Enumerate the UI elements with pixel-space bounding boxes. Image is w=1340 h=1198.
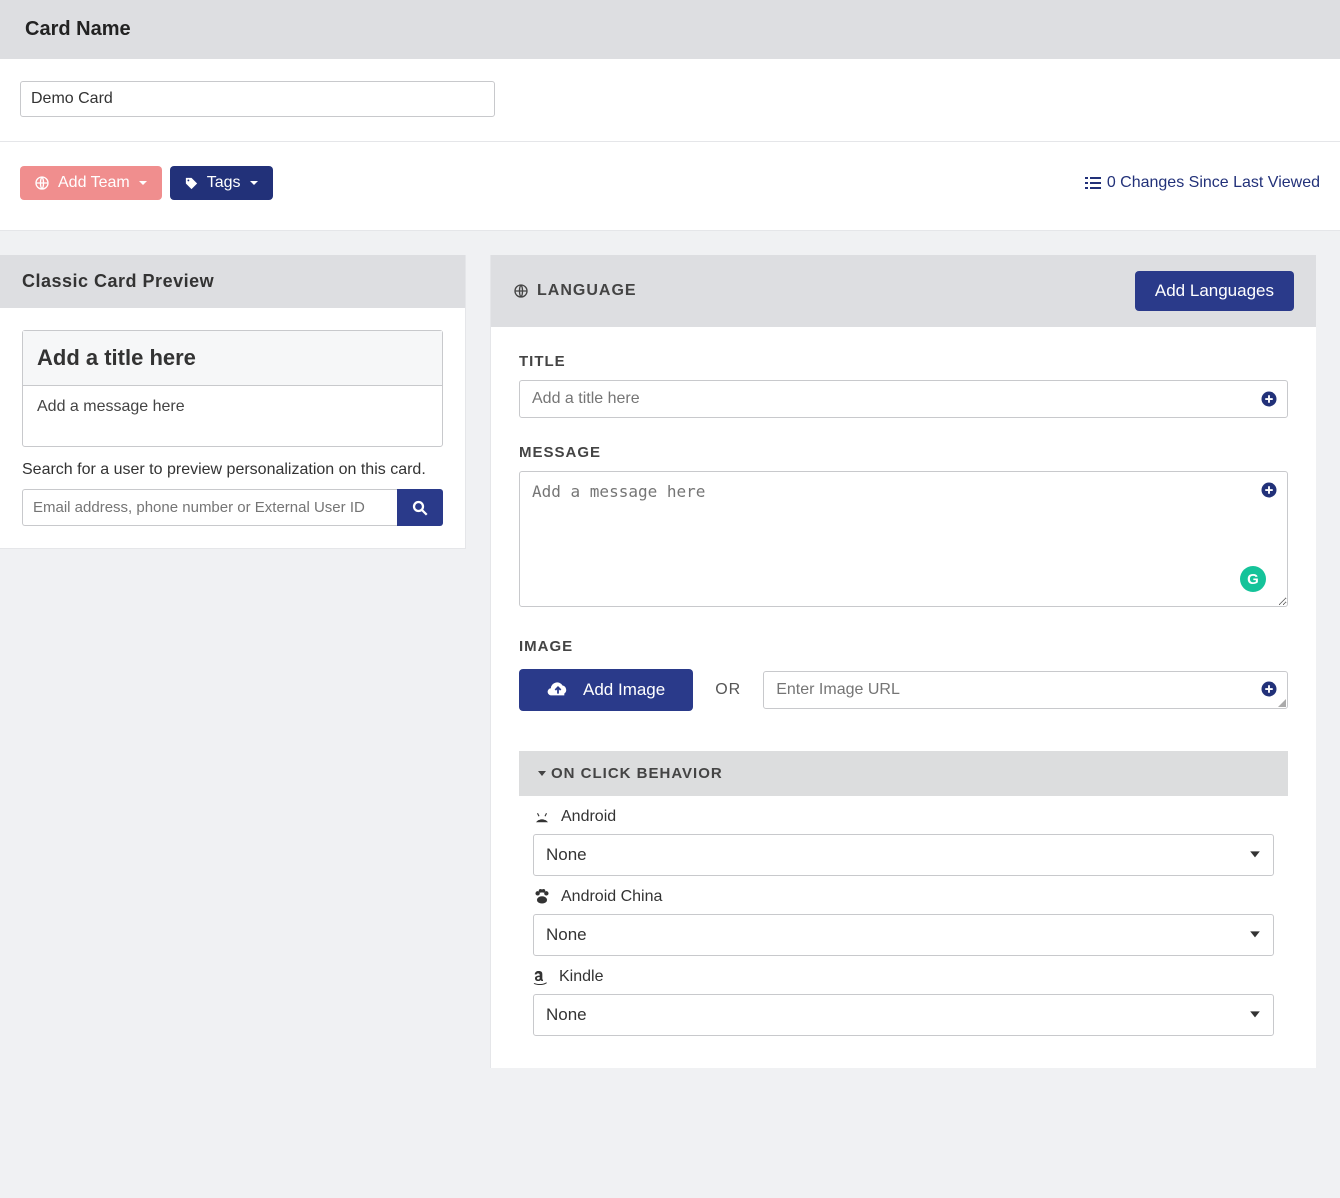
title-field-wrap — [519, 380, 1288, 418]
caret-down-icon — [1249, 929, 1261, 941]
platform-android-label: Android — [533, 808, 1274, 826]
image-label: IMAGE — [519, 638, 1288, 655]
preview-search-input[interactable] — [22, 489, 397, 526]
dropdown-value: None — [546, 925, 587, 945]
platform-android: Android None — [519, 796, 1288, 876]
card-name-header: Card Name — [0, 0, 1340, 59]
add-image-label: Add Image — [583, 680, 665, 700]
globe-icon — [34, 175, 50, 191]
message-textarea[interactable] — [519, 471, 1288, 607]
editor-panel: LANGUAGE Add Languages TITLE MESSAGE G I… — [490, 255, 1316, 1068]
preview-search-wrap — [22, 489, 443, 526]
preview-search-button[interactable] — [397, 489, 443, 526]
android-china-dropdown[interactable]: None — [533, 914, 1274, 956]
title-label: TITLE — [519, 353, 1288, 370]
caret-down-icon — [1249, 849, 1261, 861]
image-url-wrap — [763, 671, 1288, 709]
preview-search-hint: Search for a user to preview personaliza… — [22, 461, 443, 479]
or-label: OR — [715, 681, 741, 699]
platform-name: Android — [561, 808, 616, 826]
editor-body: TITLE MESSAGE G IMAGE Add Image — [491, 327, 1316, 1068]
platform-android-china: Android China None — [519, 876, 1288, 956]
preview-card-title: Add a title here — [23, 331, 442, 386]
changes-link[interactable]: 0 Changes Since Last Viewed — [1085, 174, 1320, 192]
dropdown-value: None — [546, 845, 587, 865]
add-languages-button[interactable]: Add Languages — [1135, 271, 1294, 311]
caret-down-icon — [1249, 1009, 1261, 1021]
preview-panel-header: Classic Card Preview — [0, 255, 465, 308]
onclick-header[interactable]: ON CLICK BEHAVIOR — [519, 751, 1288, 796]
plus-circle-icon — [1260, 680, 1278, 698]
preview-panel-title: Classic Card Preview — [22, 271, 214, 292]
platform-name: Android China — [561, 888, 662, 906]
cloud-upload-icon — [547, 681, 569, 699]
platform-kindle-label: Kindle — [533, 968, 1274, 986]
preview-body: Add a title here Add a message here Sear… — [0, 308, 465, 548]
onclick-title: ON CLICK BEHAVIOR — [551, 765, 723, 782]
toolbar-left: Add Team Tags — [20, 166, 273, 200]
image-row: Add Image OR — [519, 669, 1288, 711]
platform-name: Kindle — [559, 968, 603, 986]
tag-icon — [184, 176, 199, 191]
main-columns: Classic Card Preview Add a title here Ad… — [0, 231, 1340, 1068]
plus-circle-icon — [1260, 481, 1278, 499]
add-image-button[interactable]: Add Image — [519, 669, 693, 711]
image-url-input[interactable] — [763, 671, 1288, 709]
preview-card-message: Add a message here — [23, 386, 442, 446]
message-label: MESSAGE — [519, 444, 1288, 461]
android-icon — [533, 811, 551, 823]
list-icon — [1085, 176, 1101, 190]
grammarly-icon: G — [1240, 566, 1266, 592]
amazon-icon — [533, 969, 549, 985]
language-header: LANGUAGE Add Languages — [491, 255, 1316, 327]
tags-label: Tags — [207, 174, 241, 192]
card-name-input[interactable] — [20, 81, 495, 117]
plus-circle-icon — [1260, 390, 1278, 408]
toolbar: Add Team Tags 0 Changes Since Last Viewe… — [0, 142, 1340, 231]
preview-card: Add a title here Add a message here — [22, 330, 443, 447]
message-add-personalization-button[interactable] — [1260, 481, 1278, 499]
kindle-dropdown[interactable]: None — [533, 994, 1274, 1036]
title-input[interactable] — [519, 380, 1288, 418]
search-icon — [411, 499, 429, 517]
platform-android-china-label: Android China — [533, 888, 1274, 906]
add-team-label: Add Team — [58, 174, 130, 192]
platform-kindle: Kindle None — [519, 956, 1288, 1050]
image-url-add-personalization-button[interactable] — [1260, 680, 1278, 698]
android-dropdown[interactable]: None — [533, 834, 1274, 876]
language-title: LANGUAGE — [537, 282, 637, 300]
add-team-button[interactable]: Add Team — [20, 166, 162, 200]
card-name-title: Card Name — [25, 18, 131, 41]
dropdown-value: None — [546, 1005, 587, 1025]
preview-panel: Classic Card Preview Add a title here Ad… — [0, 255, 466, 549]
title-add-personalization-button[interactable] — [1260, 390, 1278, 408]
changes-text: 0 Changes Since Last Viewed — [1107, 174, 1320, 192]
globe-icon — [513, 283, 529, 299]
card-name-body — [0, 59, 1340, 142]
caret-down-icon — [249, 178, 259, 188]
tags-button[interactable]: Tags — [170, 166, 273, 200]
message-field-wrap: G — [519, 471, 1288, 612]
caret-down-icon — [138, 178, 148, 188]
onclick-section: ON CLICK BEHAVIOR Android None A — [519, 751, 1288, 1050]
caret-down-icon — [537, 769, 547, 779]
paw-icon — [533, 889, 551, 905]
